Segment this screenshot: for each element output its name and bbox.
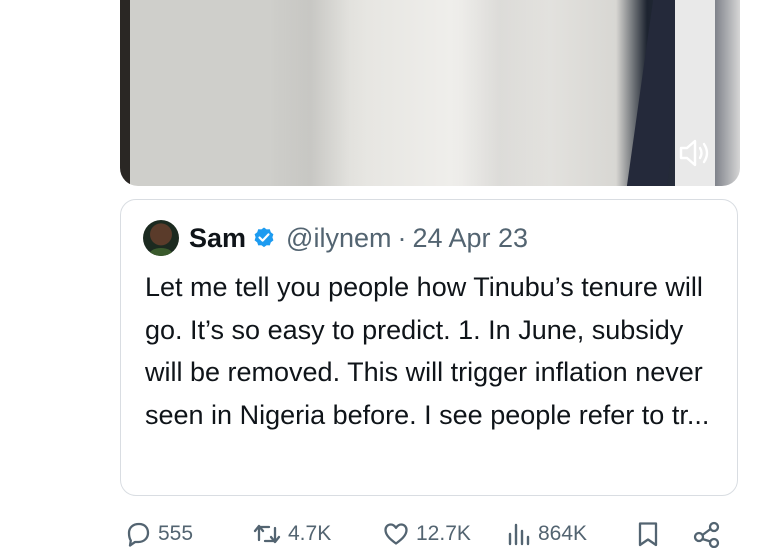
share-button[interactable] [692,514,722,554]
reply-button[interactable]: 555 [124,514,193,554]
repost-count: 4.7K [288,522,332,545]
like-count: 12.7K [416,522,471,545]
separator-dot: · [397,222,407,253]
heart-icon [384,523,408,545]
video-preview[interactable] [120,0,740,186]
speaker-sound-icon [679,139,709,167]
reply-count: 555 [158,522,194,545]
bookmark-icon [638,522,658,547]
share-icon [693,521,720,548]
author-handle[interactable]: @ilynem [286,223,391,254]
verified-badge-icon [254,227,274,248]
media-shading [270,0,350,186]
bar-chart-icon [508,523,530,546]
like-button[interactable]: 12.7K [382,514,471,554]
bookmark-button[interactable] [636,514,660,554]
tweet-date[interactable]: 24 Apr 23 [412,223,528,254]
quoted-tweet-header: Sam @ilynem · 24 Apr 23 [143,220,528,256]
views-button[interactable]: 864K [506,514,587,554]
reply-icon [127,522,150,547]
avatar[interactable] [143,220,179,256]
view-count: 864K [538,522,588,545]
quoted-tweet-text: Let me tell you people how Tinubu’s tenu… [145,272,710,430]
quoted-tweet[interactable]: Sam @ilynem · 24 Apr 23 Let me tell you … [120,199,738,496]
tweet-action-bar: 555 4.7K 12.7K 864K [0,514,768,554]
repost-button[interactable]: 4.7K [252,514,331,554]
repost-icon [253,524,281,544]
volume-button[interactable] [678,136,712,170]
media-shading [450,0,550,186]
author-name[interactable]: Sam [189,223,246,254]
